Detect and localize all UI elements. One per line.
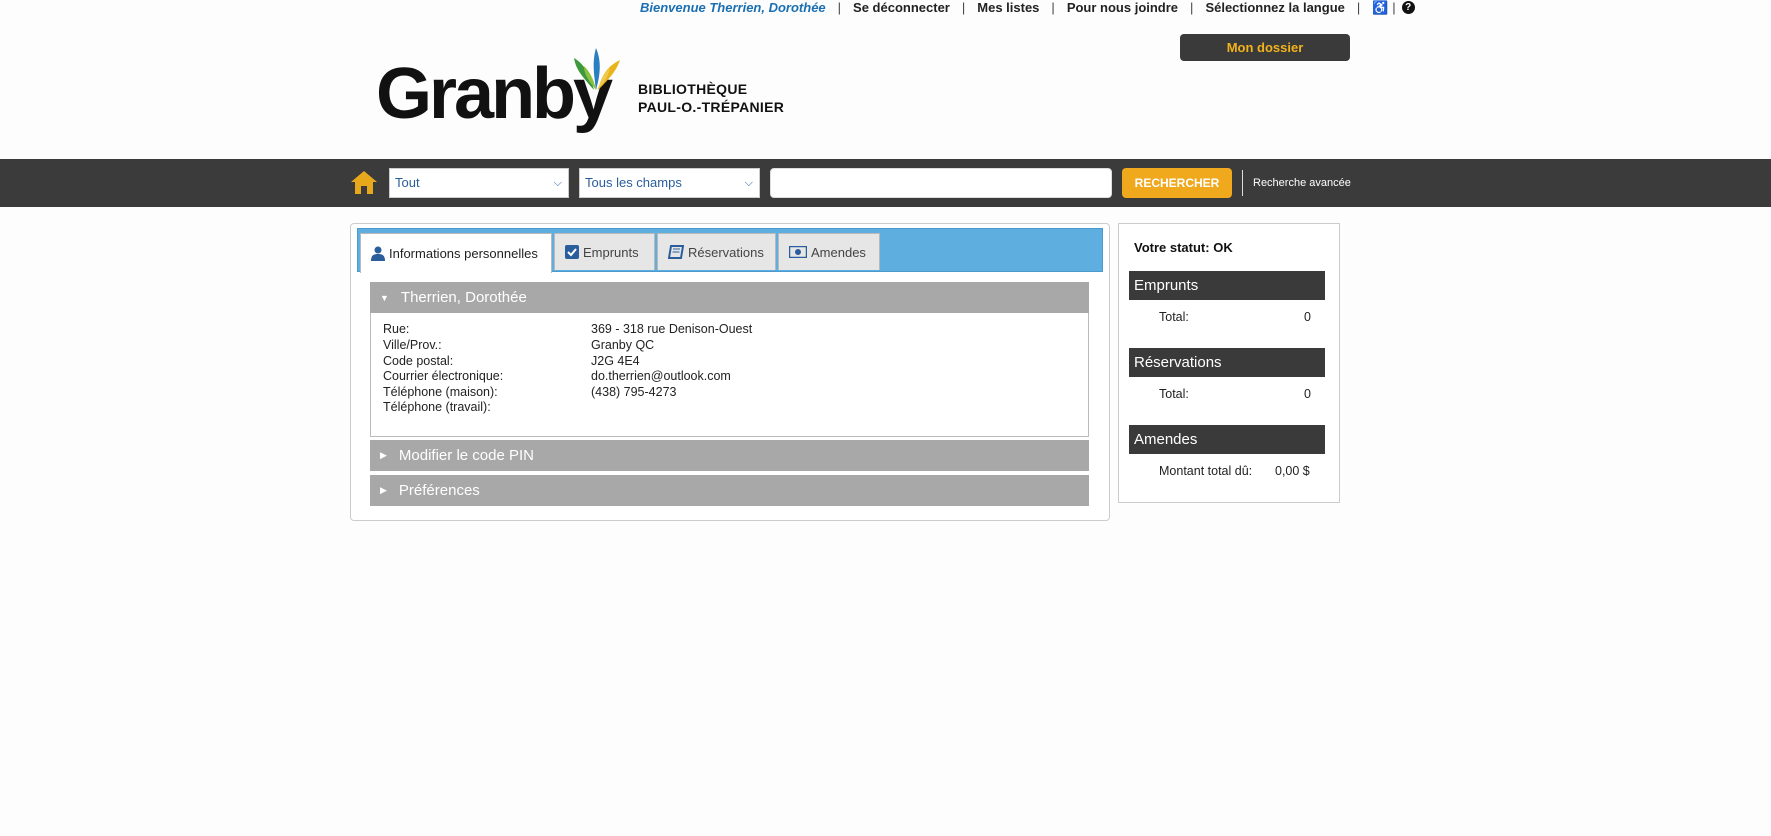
- scope-select-value: Tout: [395, 175, 420, 190]
- field-label: Ville/Prov.:: [383, 338, 442, 352]
- scope-select[interactable]: Tout ⌵: [389, 168, 569, 198]
- separator: |: [1356, 0, 1361, 15]
- field-value: Granby QC: [591, 338, 655, 352]
- logo-flower-icon: [574, 48, 620, 90]
- holds-total-value: 0: [1304, 387, 1311, 401]
- field-value: J2G 4E4: [591, 354, 640, 368]
- separator: |: [1051, 0, 1055, 15]
- loans-summary-header: Emprunts: [1129, 271, 1325, 300]
- library-name: BIBLIOTHÈQUE PAUL-O.-TRÉPANIER: [638, 80, 784, 116]
- field-value: (438) 795-4273: [591, 385, 677, 399]
- info-row: Code postal: J2G 4E4: [383, 354, 640, 369]
- logout-link[interactable]: Se déconnecter: [853, 0, 950, 15]
- home-icon[interactable]: [350, 169, 378, 195]
- change-pin-label: Modifier le code PIN: [398, 447, 534, 464]
- account-summary: Votre statut: OK Emprunts Total: 0 Réser…: [1118, 223, 1340, 503]
- utility-links: Bienvenue Therrien, Dorothée | Se déconn…: [640, 0, 1415, 15]
- info-row: Téléphone (maison): (438) 795-4273: [383, 385, 676, 400]
- tab-personal-info[interactable]: Informations personnelles: [360, 233, 552, 273]
- caret-right-icon: ▶: [380, 450, 387, 460]
- holds-total-label: Total:: [1159, 387, 1189, 401]
- fines-total-label: Montant total dû:: [1159, 464, 1253, 478]
- holds-summary-header: Réservations: [1129, 348, 1325, 377]
- fines-total-value: 0,00 $: [1275, 464, 1310, 478]
- library-logo[interactable]: Granby BIBLIOTHÈQUE PAUL-O.-TRÉPANIER: [376, 46, 796, 136]
- field-label: Rue:: [383, 322, 410, 336]
- search-button[interactable]: RECHERCHER: [1122, 168, 1232, 198]
- tab-label: Informations personnelles: [389, 246, 538, 261]
- library-name-line1: BIBLIOTHÈQUE: [638, 81, 748, 97]
- advanced-search-link[interactable]: Recherche avancée: [1253, 177, 1351, 189]
- loans-total-label: Total:: [1159, 310, 1189, 324]
- preferences-label: Préférences: [398, 482, 480, 499]
- field-value: 369 - 318 rue Denison-Ouest: [591, 322, 753, 336]
- account-tabs: Informations personnelles Emprunts Réser…: [357, 228, 1103, 273]
- info-row: Courrier électronique: do.therrien@outlo…: [383, 369, 731, 384]
- tab-fines[interactable]: Amendes: [778, 233, 880, 270]
- tab-label: Emprunts: [583, 244, 639, 260]
- info-row: Ville/Prov.: Granby QC: [383, 338, 654, 353]
- language-link[interactable]: Sélectionnez la langue: [1205, 0, 1344, 15]
- wheelchair-icon[interactable]: ♿: [1372, 0, 1388, 15]
- user-icon: [371, 246, 385, 261]
- info-row: Téléphone (travail):: [383, 400, 591, 415]
- tab-label: Amendes: [811, 244, 866, 260]
- chevron-down-icon: ⌵: [553, 177, 562, 189]
- chevron-down-icon: ⌵: [744, 177, 753, 189]
- change-pin-header[interactable]: ▶ Modifier le code PIN: [370, 440, 1089, 471]
- search-bar: Tout ⌵ Tous les champs ⌵ RECHERCHER Rech…: [0, 159, 1771, 207]
- field-select-value: Tous les champs: [585, 175, 682, 190]
- field-label: Téléphone (travail):: [383, 400, 491, 414]
- search-input[interactable]: [770, 168, 1112, 198]
- personal-info-body: Rue: 369 - 318 rue Denison-Ouest Ville/P…: [370, 313, 1089, 437]
- caret-right-icon: ▶: [380, 485, 387, 495]
- divider: [1242, 170, 1243, 196]
- tab-loans[interactable]: Emprunts: [554, 233, 655, 270]
- field-label: Courrier électronique:: [383, 369, 504, 383]
- caret-down-icon: ▼: [380, 292, 389, 303]
- book-icon: [668, 245, 684, 259]
- my-account-button[interactable]: Mon dossier: [1180, 34, 1350, 61]
- field-select[interactable]: Tous les champs ⌵: [579, 168, 760, 198]
- separator: |: [837, 0, 842, 15]
- separator: |: [1392, 0, 1396, 15]
- account-status: Votre statut: OK: [1134, 240, 1233, 255]
- check-icon: [565, 245, 579, 259]
- utility-bar: Bienvenue Therrien, Dorothée | Se déconn…: [0, 0, 1771, 16]
- preferences-header[interactable]: ▶ Préférences: [370, 475, 1089, 506]
- library-name-line2: PAUL-O.-TRÉPANIER: [638, 99, 785, 115]
- field-label: Téléphone (maison):: [383, 385, 498, 399]
- welcome-text: Bienvenue Therrien, Dorothée: [640, 0, 826, 15]
- field-value: do.therrien@outlook.com: [591, 369, 731, 383]
- field-label: Code postal:: [383, 354, 454, 368]
- my-lists-link[interactable]: Mes listes: [977, 0, 1039, 15]
- tab-holds[interactable]: Réservations: [657, 233, 776, 270]
- separator: |: [961, 0, 966, 15]
- question-icon[interactable]: ?: [1401, 1, 1415, 14]
- patron-name: Therrien, Dorothée: [400, 289, 527, 306]
- info-row: Rue: 369 - 318 rue Denison-Ouest: [383, 322, 752, 337]
- tab-label: Réservations: [688, 244, 764, 260]
- contact-link[interactable]: Pour nous joindre: [1067, 0, 1178, 15]
- personal-info-header[interactable]: ▼ Therrien, Dorothée: [370, 282, 1089, 313]
- separator: |: [1190, 0, 1194, 15]
- money-icon: [789, 246, 807, 258]
- loans-total-value: 0: [1304, 310, 1311, 324]
- account-panel: Informations personnelles Emprunts Réser…: [350, 223, 1110, 521]
- fines-summary-header: Amendes: [1129, 425, 1325, 454]
